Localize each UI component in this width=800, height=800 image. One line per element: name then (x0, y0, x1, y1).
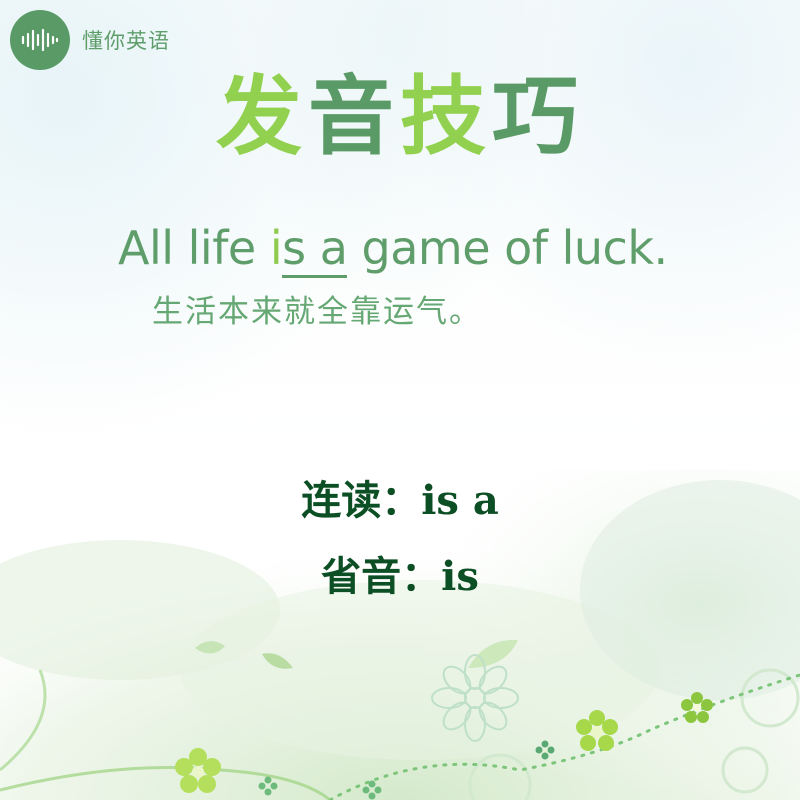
title-char: 巧 (492, 67, 584, 167)
sentence-translation: 生活本来就全靠运气。 (152, 294, 482, 330)
brand-logo: 懂你英语 (10, 10, 170, 70)
sound-wave-icon (10, 10, 70, 70)
title-char: 技 (400, 67, 492, 167)
sentence-highlight: i (269, 221, 283, 275)
example-sentence: All life is a game of luck. (118, 218, 668, 278)
elision-note: 省音：is (321, 553, 479, 600)
brand-name: 懂你英语 (82, 29, 170, 53)
sentence-start: All life (118, 221, 270, 275)
sentence-end: game of luck. (347, 221, 669, 275)
linking-note: 连读：is a (301, 477, 499, 524)
title-char: 音 (308, 67, 400, 167)
page-title: 发音技巧 (0, 62, 800, 172)
pronunciation-tip-card: 懂你英语 发音技巧 All life is a game of luck. 生活… (0, 0, 800, 800)
sentence-underlined: s a (282, 221, 348, 278)
title-char: 发 (216, 67, 308, 167)
